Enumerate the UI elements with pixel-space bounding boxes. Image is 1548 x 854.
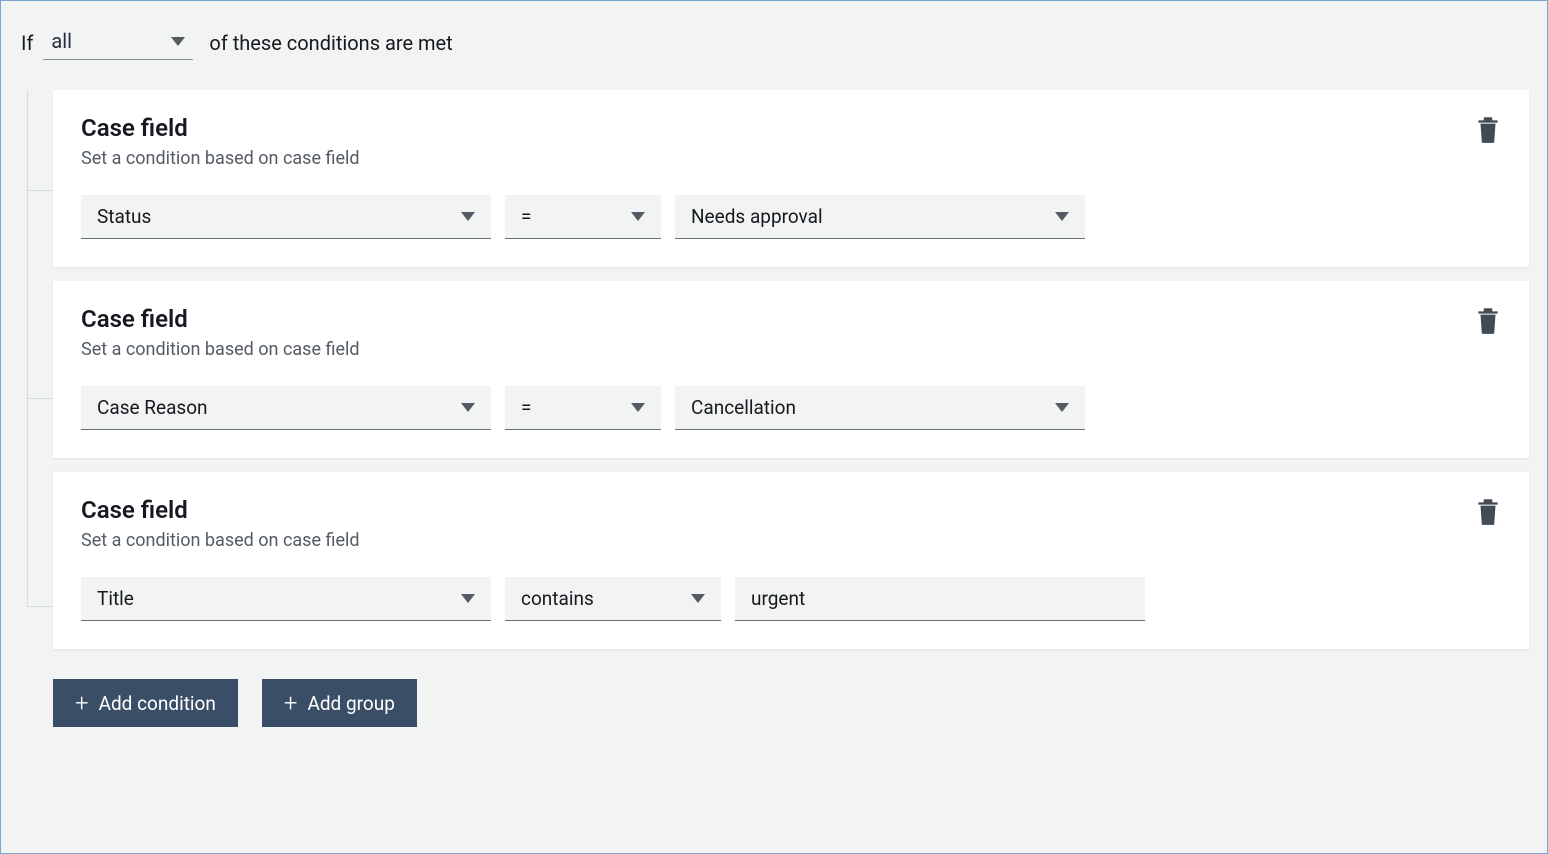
plus-icon: + <box>284 691 298 715</box>
condition-card: Case field Set a condition based on case… <box>53 472 1529 649</box>
chevron-down-icon <box>631 403 645 412</box>
value-select[interactable]: Needs approval <box>675 195 1085 239</box>
chevron-down-icon <box>631 212 645 221</box>
field-select[interactable]: Case Reason <box>81 386 491 430</box>
value-input[interactable] <box>735 577 1145 621</box>
chevron-down-icon <box>1055 212 1069 221</box>
delete-condition-button[interactable] <box>1475 114 1501 148</box>
trash-icon <box>1475 114 1501 144</box>
chevron-down-icon <box>171 37 185 46</box>
condition-header: If all of these conditions are met <box>19 25 1529 60</box>
value-text: Cancellation <box>691 396 796 419</box>
delete-condition-button[interactable] <box>1475 305 1501 339</box>
chevron-down-icon <box>461 212 475 221</box>
condition-card: Case field Set a condition based on case… <box>53 281 1529 458</box>
card-subtitle: Set a condition based on case field <box>81 148 1501 169</box>
header-suffix: of these conditions are met <box>209 31 452 55</box>
trash-icon <box>1475 496 1501 526</box>
card-subtitle: Set a condition based on case field <box>81 530 1501 551</box>
trash-icon <box>1475 305 1501 335</box>
tree-line <box>27 190 53 191</box>
field-value: Title <box>97 587 134 610</box>
operator-select[interactable]: = <box>505 195 661 239</box>
chevron-down-icon <box>461 594 475 603</box>
operator-value: contains <box>521 587 594 610</box>
card-subtitle: Set a condition based on case field <box>81 339 1501 360</box>
logic-operator-value: all <box>51 29 72 53</box>
conditions-list: Case field Set a condition based on case… <box>19 90 1529 649</box>
if-label: If <box>21 31 33 55</box>
value-select[interactable]: Cancellation <box>675 386 1085 430</box>
plus-icon: + <box>75 691 89 715</box>
field-value: Case Reason <box>97 396 208 419</box>
value-text: Needs approval <box>691 205 823 228</box>
delete-condition-button[interactable] <box>1475 496 1501 530</box>
card-title: Case field <box>81 305 1501 333</box>
condition-fields-row: Title contains <box>81 577 1501 621</box>
tree-line <box>27 606 53 607</box>
tree-line <box>27 398 28 606</box>
operator-value: = <box>521 205 531 228</box>
condition-card: Case field Set a condition based on case… <box>53 90 1529 267</box>
operator-select[interactable]: = <box>505 386 661 430</box>
field-select[interactable]: Status <box>81 195 491 239</box>
field-select[interactable]: Title <box>81 577 491 621</box>
add-group-label: Add group <box>307 692 394 715</box>
condition-fields-row: Case Reason = Cancellation <box>81 386 1501 430</box>
field-value: Status <box>97 205 151 228</box>
card-title: Case field <box>81 496 1501 524</box>
condition-fields-row: Status = Needs approval <box>81 195 1501 239</box>
chevron-down-icon <box>1055 403 1069 412</box>
tree-line <box>27 90 28 190</box>
chevron-down-icon <box>691 594 705 603</box>
add-condition-button[interactable]: + Add condition <box>53 679 238 727</box>
logic-operator-select[interactable]: all <box>43 25 193 60</box>
add-condition-label: Add condition <box>99 692 216 715</box>
footer-buttons: + Add condition + Add group <box>19 679 1529 727</box>
tree-line <box>27 190 28 398</box>
add-group-button[interactable]: + Add group <box>262 679 417 727</box>
tree-line <box>27 398 53 399</box>
card-title: Case field <box>81 114 1501 142</box>
operator-select[interactable]: contains <box>505 577 721 621</box>
operator-value: = <box>521 396 531 419</box>
chevron-down-icon <box>461 403 475 412</box>
